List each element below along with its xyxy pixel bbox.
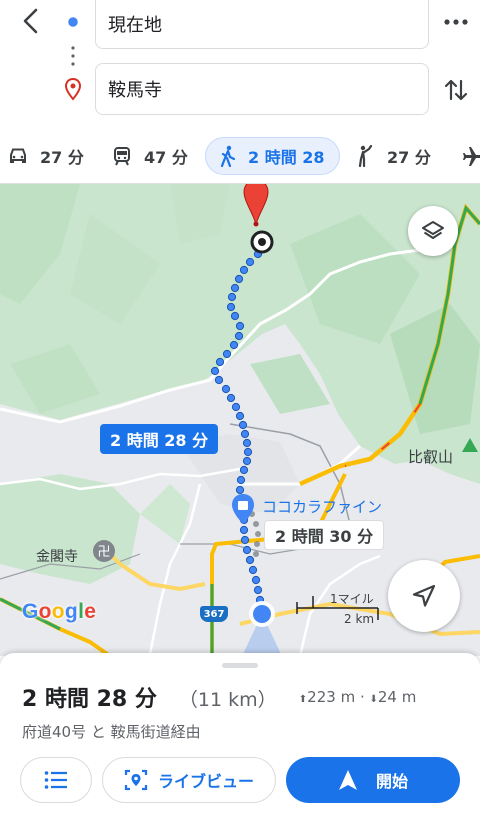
destination-field[interactable]: 鞍馬寺 bbox=[95, 63, 429, 115]
layers-icon bbox=[422, 221, 444, 239]
scale-km-label: 2 km bbox=[344, 612, 375, 626]
back-button[interactable] bbox=[14, 4, 48, 38]
tab-driving[interactable]: 27 分 bbox=[8, 137, 84, 175]
steps-button[interactable] bbox=[20, 757, 92, 803]
tab-walking[interactable]: 2 時間 28 bbox=[205, 137, 340, 175]
live-view-button[interactable]: ライブビュー bbox=[102, 757, 276, 803]
tab-transit[interactable]: 47 分 bbox=[112, 137, 188, 175]
drag-handle[interactable] bbox=[222, 663, 258, 668]
list-icon bbox=[44, 771, 67, 789]
plane-icon bbox=[463, 147, 480, 166]
tab-ride-hailing-label: 27 分 bbox=[387, 148, 431, 167]
walk-icon bbox=[220, 145, 236, 167]
hail-icon bbox=[358, 145, 373, 167]
swap-locations-button[interactable] bbox=[438, 72, 474, 108]
tab-driving-label: 27 分 bbox=[40, 148, 84, 167]
scale-miles-label: 1マイル bbox=[330, 592, 374, 606]
car-icon bbox=[10, 148, 26, 163]
primary-route-time[interactable]: 2 時間 28 分 bbox=[100, 424, 219, 454]
live-view-label: ライブビュー bbox=[157, 772, 254, 791]
alternate-route-time[interactable]: 2 時間 30 分 bbox=[264, 520, 385, 550]
svg-text:卍: 卍 bbox=[97, 545, 110, 560]
elevation-info: ⬆223 m · ⬇24 m bbox=[294, 688, 417, 706]
navigation-arrow-icon bbox=[412, 584, 436, 607]
tab-transit-label: 47 分 bbox=[144, 148, 188, 167]
google-logo: Google bbox=[22, 600, 97, 623]
route-connector-icon bbox=[64, 15, 82, 101]
route-map[interactable]: 卍 2 時間 28 分 2 時間 30 分 ココカラファイン 金閣寺 比叡山 3… bbox=[0, 184, 480, 656]
origin-field[interactable]: 現在地 bbox=[95, 0, 429, 49]
tab-walking-label: 2 時間 28 bbox=[248, 148, 325, 167]
chevron-left-icon bbox=[23, 8, 38, 34]
route-via: 府道40号 と 鞍馬街道経由 bbox=[22, 723, 201, 741]
route-duration: 2 時間 28 分 bbox=[22, 687, 157, 712]
route-summary: 2 時間 28 分 （11 km） bbox=[22, 681, 277, 713]
route-distance: （11 km） bbox=[178, 689, 277, 711]
poi-hieizan-label[interactable]: 比叡山 bbox=[408, 446, 453, 467]
tab-flight[interactable] bbox=[460, 137, 480, 175]
more-horizontal-icon bbox=[444, 19, 468, 25]
tab-ride-hailing[interactable]: 27 分 bbox=[355, 137, 431, 175]
route-summary-sheet[interactable]: 2 時間 28 分 （11 km） ⬆223 m · ⬇24 m 府道40号 と… bbox=[0, 653, 480, 818]
travel-mode-tabs: 27 分 47 分 2 時間 28 27 分 bbox=[0, 130, 480, 184]
swap-vertical-icon bbox=[444, 79, 468, 101]
start-label: 開始 bbox=[375, 772, 408, 791]
poi-cocokara-label[interactable]: ココカラファイン bbox=[262, 496, 382, 517]
train-icon bbox=[114, 147, 130, 166]
recenter-button[interactable] bbox=[388, 560, 460, 632]
directions-header: 現在地 鞍馬寺 bbox=[0, 0, 480, 130]
map-scale: 1マイル 2 km bbox=[296, 588, 386, 628]
navigation-start-icon bbox=[338, 770, 357, 790]
more-options-button[interactable] bbox=[438, 4, 474, 40]
start-button[interactable]: 開始 bbox=[286, 757, 460, 803]
live-view-icon bbox=[124, 769, 148, 791]
elevation-value: ⬆223 m · ⬇24 m bbox=[298, 688, 417, 706]
poi-kinkakuji-label[interactable]: 金閣寺 bbox=[36, 546, 78, 566]
route-367-shield: 367 bbox=[200, 606, 228, 622]
layers-button[interactable] bbox=[408, 206, 458, 256]
